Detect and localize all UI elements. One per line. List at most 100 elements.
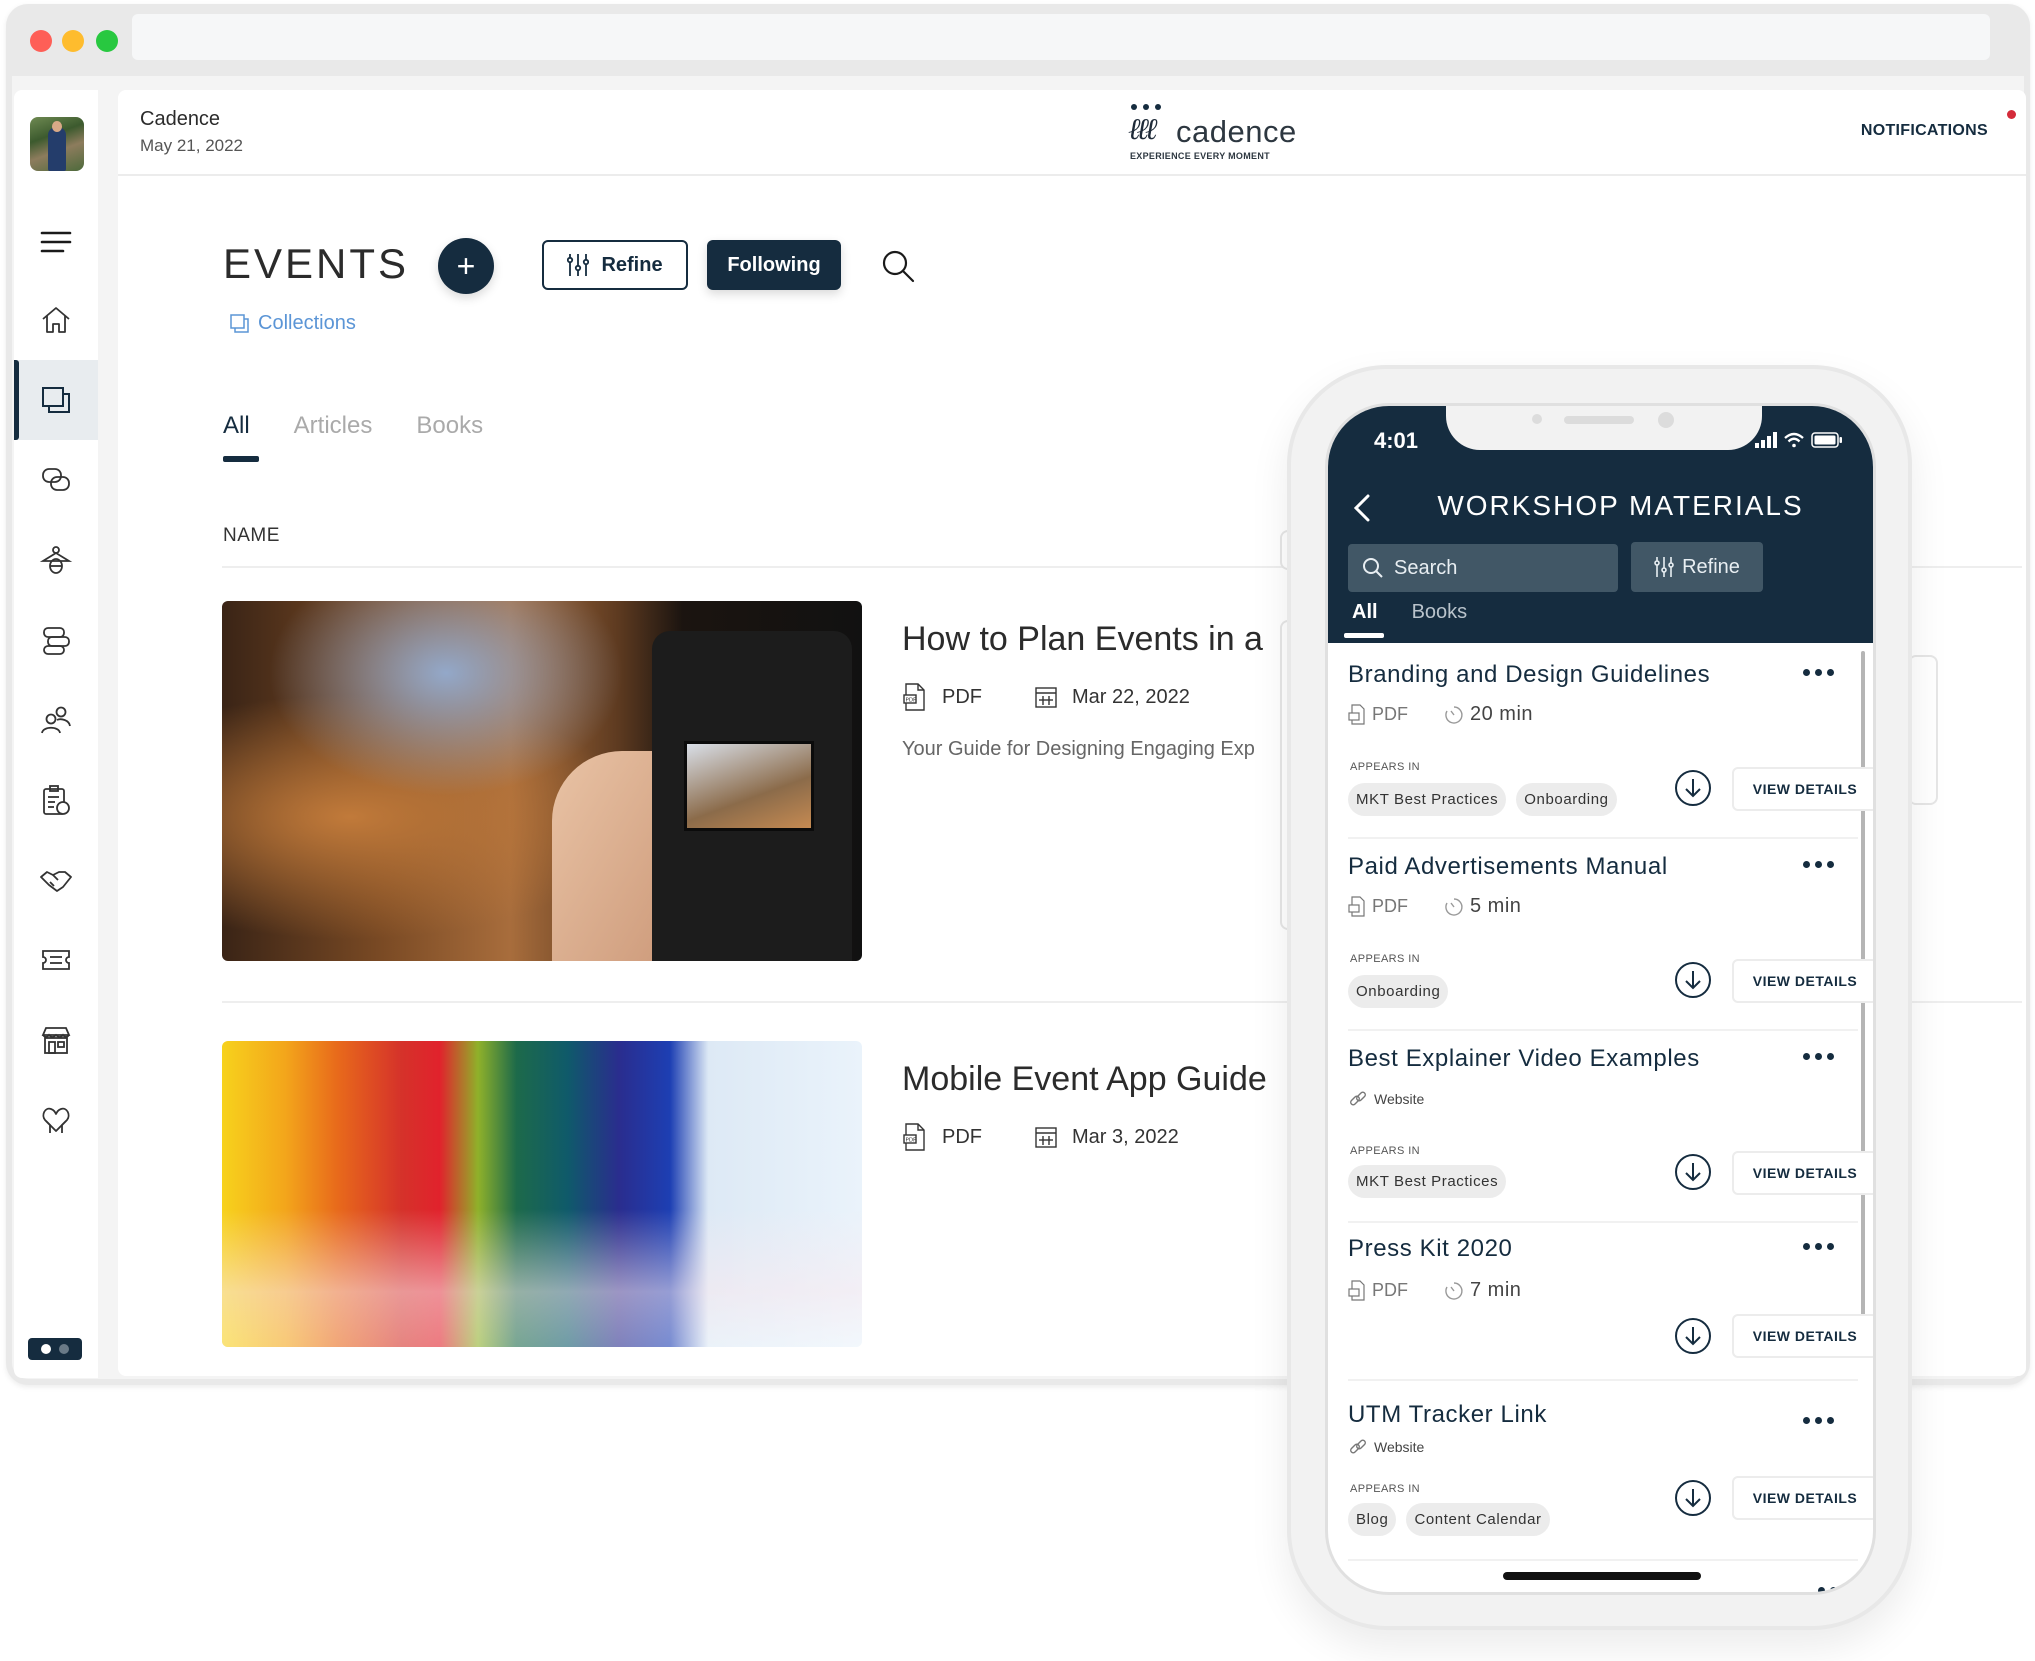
material-card[interactable]: UTM Tracker Link Website APPEARS IN Blog…	[1348, 1393, 1873, 1561]
refine-button[interactable]: Refine	[542, 240, 688, 290]
sidebar-item-signposts[interactable]	[14, 600, 98, 680]
collection-chip[interactable]: Onboarding	[1348, 975, 1449, 1008]
phone-refine-label: Refine	[1682, 555, 1740, 578]
phone-tab-books[interactable]: Books	[1412, 601, 1468, 624]
card-title[interactable]: UTM Tracker Link	[1348, 1401, 1547, 1429]
pager-dot[interactable]	[59, 1344, 69, 1354]
firefly-icon	[39, 546, 73, 574]
card-title[interactable]: Branding and Design Guidelines	[1348, 661, 1710, 689]
address-bar[interactable]	[132, 14, 1990, 60]
more-options-button[interactable]	[1799, 1239, 1838, 1254]
notifications-link[interactable]: NOTIFICATIONS	[1861, 122, 1988, 140]
download-button[interactable]	[1674, 1317, 1712, 1355]
window-maximize-button[interactable]	[96, 30, 118, 52]
sidebar-menu-button[interactable]	[14, 202, 98, 282]
phone-refine-button[interactable]: Refine	[1631, 542, 1763, 592]
material-card[interactable]: Branding and Design Guidelines PDF 20 mi…	[1348, 661, 1873, 839]
sidebar	[14, 90, 98, 1378]
download-button[interactable]	[1674, 1153, 1712, 1191]
download-icon	[1675, 770, 1711, 806]
home-indicator[interactable]	[1503, 1572, 1701, 1580]
view-details-button[interactable]: VIEW DETAILS	[1732, 1314, 1873, 1358]
collection-chip[interactable]: MKT Best Practices	[1348, 783, 1507, 816]
download-button[interactable]	[1674, 1479, 1712, 1517]
view-details-button[interactable]: VIEW DETAILS	[1732, 767, 1873, 811]
window-minimize-button[interactable]	[62, 30, 84, 52]
sidebar-item-clipboard[interactable]	[14, 760, 98, 840]
more-options-button[interactable]	[1799, 1413, 1838, 1428]
search-button[interactable]	[880, 248, 916, 284]
view-details-button[interactable]: VIEW DETAILS	[1732, 1151, 1873, 1195]
more-options-button[interactable]	[1814, 1583, 1853, 1592]
card-title[interactable]: Paid Advertisements Manual	[1348, 853, 1668, 881]
storefront-icon	[41, 1027, 71, 1054]
collections-icon	[230, 313, 249, 333]
phone-screen: 4:01 WORKSHOP MATERIALS Refine	[1325, 403, 1876, 1595]
item-thumbnail-camera[interactable]	[222, 601, 862, 961]
top-bar: Cadence May 21, 2022 ℓℓℓ cadence EXPERIE…	[118, 90, 2026, 176]
tab-books[interactable]: Books	[416, 412, 483, 440]
sidebar-item-home[interactable]	[14, 280, 98, 360]
card-duration: 5 min	[1470, 895, 1522, 917]
logo-dots	[1131, 104, 1161, 110]
card-type: PDF	[1372, 896, 1408, 916]
collections-icon	[42, 387, 70, 413]
more-options-button[interactable]	[1799, 665, 1838, 680]
material-card[interactable]: Paid Advertisements Manual PDF 5 min APP…	[1348, 853, 1873, 1031]
more-options-button[interactable]	[1799, 857, 1838, 872]
item-title[interactable]: Mobile Event App Guide	[902, 1060, 1267, 1099]
material-card[interactable]: Press Kit 2020 PDF 7 min VIEW DETAILS	[1348, 1235, 1873, 1381]
sidebar-item-firefly[interactable]	[14, 520, 98, 600]
sidebar-item-care[interactable]	[14, 1080, 98, 1160]
item-description: Your Guide for Designing Engaging Exp	[902, 738, 1255, 760]
more-options-button[interactable]	[1799, 1049, 1838, 1064]
pdf-file-icon	[1348, 1279, 1365, 1301]
sidebar-item-chat[interactable]	[14, 440, 98, 520]
link-icon	[1350, 1439, 1366, 1454]
sidebar-item-partnerships[interactable]	[14, 840, 98, 920]
wifi-icon	[1784, 432, 1804, 448]
card-meta: PDF 20 min	[1348, 703, 1533, 726]
tab-articles[interactable]: Articles	[294, 412, 373, 440]
timer-icon	[1445, 705, 1463, 724]
cadence-logo[interactable]: ℓℓℓ cadence EXPERIENCE EVERY MOMENT	[1128, 104, 1308, 164]
sidebar-item-people[interactable]	[14, 680, 98, 760]
user-avatar[interactable]	[30, 117, 84, 171]
download-button[interactable]	[1674, 961, 1712, 999]
view-details-button[interactable]: VIEW DETAILS	[1732, 1476, 1873, 1520]
collections-link[interactable]: Collections	[230, 312, 356, 335]
pager-dot-active[interactable]	[41, 1344, 51, 1354]
collection-chip[interactable]: Blog	[1348, 1503, 1397, 1536]
item-title[interactable]: How to Plan Events in a	[902, 620, 1263, 659]
item-date: Mar 22, 2022	[1072, 685, 1190, 708]
item-thumbnail-paint[interactable]	[222, 1041, 862, 1347]
appears-in-label: APPEARS IN	[1350, 953, 1421, 965]
download-button[interactable]	[1674, 769, 1712, 807]
collection-chip[interactable]: Content Calendar	[1406, 1503, 1550, 1536]
collection-chip[interactable]: Onboarding	[1516, 783, 1617, 816]
phone-tab-all[interactable]: All	[1344, 601, 1384, 638]
card-title[interactable]: Press Kit 2020	[1348, 1235, 1512, 1263]
material-card[interactable]: Best Explainer Video Examples Website AP…	[1348, 1045, 1873, 1223]
following-button[interactable]: Following	[707, 240, 841, 290]
signal-icon	[1755, 432, 1777, 448]
card-duration: 7 min	[1470, 1279, 1522, 1301]
sidebar-item-store[interactable]	[14, 1000, 98, 1080]
add-button[interactable]: +	[438, 238, 494, 294]
card-duration: 20 min	[1470, 703, 1534, 725]
column-header-name[interactable]: NAME	[223, 525, 280, 547]
view-details-button[interactable]: VIEW DETAILS	[1732, 959, 1873, 1003]
phone-search-field[interactable]	[1348, 544, 1618, 592]
download-icon	[1675, 962, 1711, 998]
phone-search-input[interactable]	[1394, 556, 1594, 580]
sidebar-item-collections[interactable]	[14, 360, 98, 440]
collection-chip[interactable]: MKT Best Practices	[1348, 1165, 1507, 1198]
sidebar-item-tickets[interactable]	[14, 920, 98, 1000]
current-date: May 21, 2022	[140, 136, 244, 155]
sidebar-pager[interactable]	[28, 1338, 82, 1360]
search-icon	[882, 250, 915, 283]
card-title[interactable]: Best Explainer Video Examples	[1348, 1045, 1700, 1073]
calendar-icon	[1035, 687, 1057, 708]
window-close-button[interactable]	[30, 30, 52, 52]
tab-all[interactable]: All	[223, 412, 259, 462]
